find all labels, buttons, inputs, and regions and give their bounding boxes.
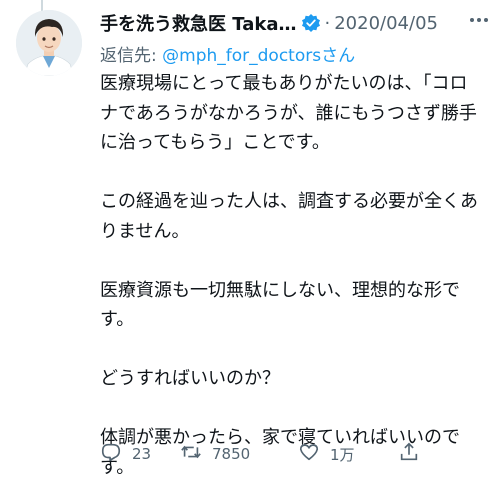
like-button[interactable]: 1万 (298, 441, 398, 467)
retweet-button[interactable]: 7850 (180, 441, 298, 467)
reply-to-line: 返信先: @mph_for_doctorsさん (100, 41, 355, 66)
reply-icon (100, 441, 122, 467)
separator-dot: · (324, 12, 331, 34)
like-count: 1万 (330, 445, 355, 464)
tweet-date[interactable]: 2020/04/05 (334, 13, 438, 34)
reply-suffix: さん (321, 46, 356, 66)
verified-badge-icon (301, 13, 321, 33)
reply-prefix: 返信先: (100, 46, 163, 66)
more-icon[interactable] (468, 9, 490, 36)
avatar[interactable] (16, 10, 82, 76)
author-name[interactable]: 手を洗う救急医 Taka… (100, 10, 297, 36)
like-icon (298, 441, 320, 467)
action-bar: 23 7850 1万 (100, 440, 430, 468)
tweet-text: 医療現場にとって最もありがたいのは、「コロナであろうがなかろうが、誰にもうつさず… (100, 73, 478, 478)
avatar-illustration (16, 10, 82, 76)
reply-count: 23 (132, 445, 152, 463)
tweet-header: 手を洗う救急医 Taka… · 2020/04/05 (100, 11, 490, 35)
share-button[interactable] (398, 441, 420, 467)
retweet-count: 7850 (212, 445, 251, 463)
retweet-icon (180, 441, 202, 467)
reply-button[interactable]: 23 (100, 441, 180, 467)
reply-handle-link[interactable]: @mph_for_doctors (162, 46, 321, 66)
share-icon (398, 441, 420, 467)
